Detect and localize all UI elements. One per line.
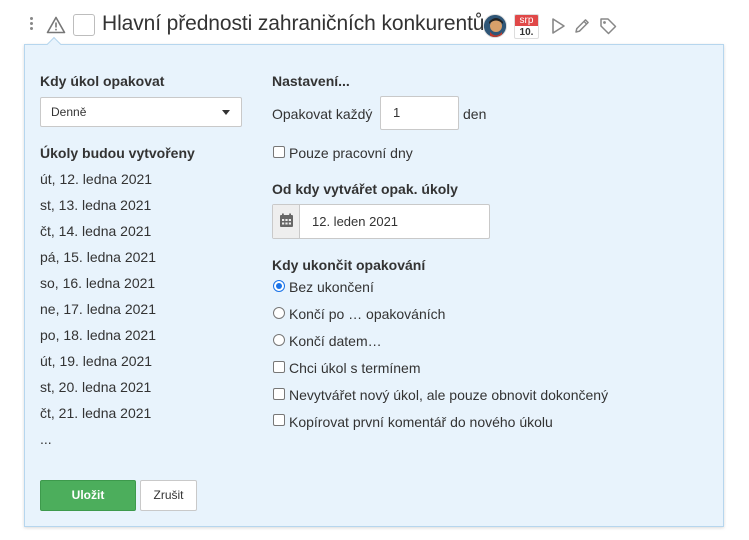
list-item: čt, 14. ledna 2021 <box>40 223 152 239</box>
list-item: po, 18. ledna 2021 <box>40 327 156 343</box>
renew-only-label[interactable]: Nevytvářet nový úkol, ale pouze obnovit … <box>289 387 608 403</box>
repeat-settings-panel: Kdy úkol opakovat Denně Úkoly budou vytv… <box>24 36 724 527</box>
task-complete-checkbox[interactable] <box>73 14 95 36</box>
end-repeat-label: Kdy ukončit opakování <box>272 257 426 273</box>
list-item: pá, 15. ledna 2021 <box>40 249 156 265</box>
repeat-frequency-value: Denně <box>51 105 87 119</box>
due-day: 10. <box>519 27 534 38</box>
list-item: út, 19. ledna 2021 <box>40 353 153 369</box>
deadline-checkbox[interactable] <box>273 361 285 373</box>
end-after-count-label[interactable]: Končí po … opakováních <box>289 306 445 322</box>
cancel-button[interactable]: Zrušit <box>140 480 197 511</box>
repeat-unit-label: den <box>463 106 487 122</box>
tag-icon[interactable] <box>599 17 617 35</box>
renew-only-checkbox[interactable] <box>273 388 285 400</box>
end-by-date-radio[interactable] <box>273 334 285 346</box>
task-header: Hlavní přednosti zahraničních konkurentů… <box>0 0 749 44</box>
workdays-label[interactable]: Pouze pracovní dny <box>289 145 413 161</box>
end-after-count-radio[interactable] <box>273 307 285 319</box>
drag-handle-icon[interactable] <box>28 17 34 33</box>
list-item: út, 12. ledna 2021 <box>40 171 153 187</box>
list-item: st, 20. ledna 2021 <box>40 379 152 395</box>
save-button[interactable]: Uložit <box>40 480 136 511</box>
workdays-checkbox[interactable] <box>273 146 285 158</box>
settings-label: Nastavení... <box>272 73 350 89</box>
repeat-interval-input[interactable]: 1 <box>380 96 459 130</box>
created-dates-label: Úkoly budou vytvořeny <box>40 145 195 161</box>
calendar-icon[interactable] <box>273 205 300 238</box>
list-item: ne, 17. ledna 2021 <box>40 301 156 317</box>
end-by-date-label[interactable]: Končí datem… <box>289 333 382 349</box>
copy-comment-checkbox[interactable] <box>273 414 285 426</box>
list-item: so, 16. ledna 2021 <box>40 275 156 291</box>
start-date-field[interactable]: 12. leden 2021 <box>272 204 490 239</box>
due-date-badge[interactable]: srp 10. <box>514 14 539 39</box>
pencil-icon[interactable] <box>573 17 591 35</box>
deadline-label[interactable]: Chci úkol s termínem <box>289 360 420 376</box>
created-dates-list: út, 12. ledna 2021 st, 13. ledna 2021 čt… <box>40 170 156 456</box>
start-date-value: 12. leden 2021 <box>312 214 399 229</box>
copy-comment-label[interactable]: Kopírovat první komentář do nového úkolu <box>289 414 553 430</box>
play-icon[interactable] <box>549 17 567 35</box>
list-item: ... <box>40 431 52 447</box>
list-item: st, 13. ledna 2021 <box>40 197 152 213</box>
repeat-frequency-select[interactable]: Denně <box>40 97 242 127</box>
list-item: čt, 21. ledna 2021 <box>40 405 152 421</box>
task-title[interactable]: Hlavní přednosti zahraničních konkurentů <box>102 12 484 36</box>
start-date-label: Od kdy vytvářet opak. úkoly <box>272 181 458 197</box>
warning-icon[interactable] <box>46 16 66 34</box>
assignee-avatar[interactable] <box>483 14 507 38</box>
repeat-label: Kdy úkol opakovat <box>40 73 165 89</box>
repeat-every-label: Opakovat každý <box>272 106 373 122</box>
end-none-label[interactable]: Bez ukončení <box>289 279 374 295</box>
due-month: srp <box>515 15 538 26</box>
end-none-radio[interactable] <box>273 280 285 292</box>
chevron-down-icon <box>222 110 230 115</box>
